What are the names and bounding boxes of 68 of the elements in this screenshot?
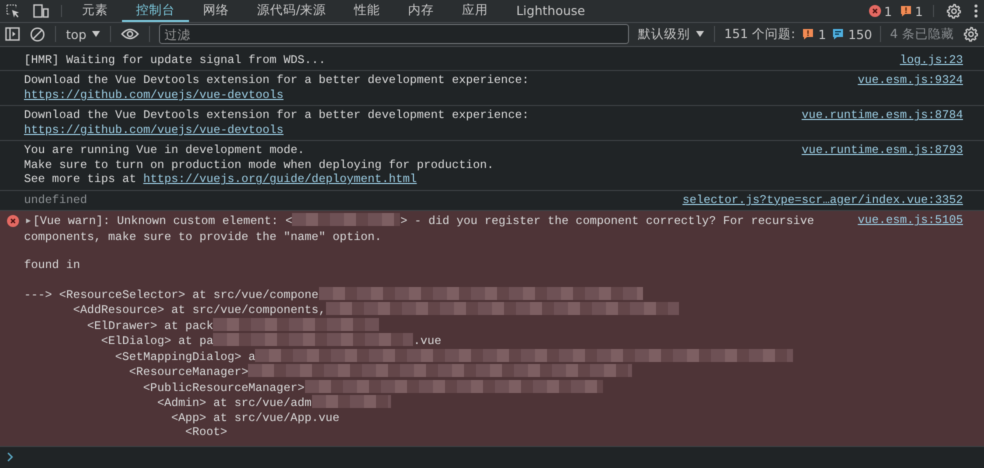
- hidden-count: 4 条已隐藏: [889, 26, 955, 43]
- error-icon: [7, 215, 19, 228]
- warning-count[interactable]: 1: [896, 0, 927, 22]
- panel-tab[interactable]: 应用: [448, 0, 502, 22]
- message-text: [HMR] Waiting for update signal from WDS...: [24, 52, 326, 67]
- settings-icon[interactable]: [946, 3, 962, 19]
- panel-tab[interactable]: 源代码/来源: [243, 0, 340, 22]
- info-icon: [832, 28, 844, 40]
- message-text: Download the Vue Devtools extension for a better development experience:: [24, 108, 529, 122]
- source-link[interactable]: vue.esm.js:5105: [844, 213, 963, 440]
- source-link[interactable]: log.js:23: [886, 52, 963, 68]
- warning-count-text: 1: [818, 26, 826, 42]
- message-link[interactable]: https://github.com/vuejs/vue-devtools: [24, 122, 284, 137]
- clear-console-icon[interactable]: [30, 26, 45, 42]
- message-text: found in: [24, 258, 82, 273]
- message-text: Download the Vue Devtools extension for a better development experience:: [24, 73, 529, 88]
- message-link[interactable]: https://vuejs.org/guide/deployment.html: [143, 172, 417, 186]
- message-text: Make sure to turn on production mode when deploying for production.: [24, 158, 494, 172]
- settings-icon[interactable]: [962, 26, 979, 42]
- panel-tab[interactable]: 内存: [394, 0, 448, 22]
- stack-frame: ---> <ResourceSelector> at src/vue/compone: [24, 288, 319, 302]
- prompt-chevron-icon[interactable]: [7, 452, 14, 462]
- message-text: undefined: [24, 192, 88, 207]
- expand-toggle[interactable]: ▶: [26, 217, 31, 226]
- device-toolbar-icon[interactable]: [33, 4, 49, 18]
- message-text: [Vue warn]: Unknown custom element: <: [32, 214, 292, 228]
- source-link[interactable]: vue.runtime.esm.js:8784: [788, 108, 963, 138]
- stack-frame: <ElDrawer> at pack: [87, 318, 214, 333]
- error-count[interactable]: 1: [865, 0, 896, 22]
- stack-frame: <ResourceManager>: [129, 365, 248, 380]
- message-text: See more tips at: [24, 172, 138, 186]
- panel-tab[interactable]: 性能: [340, 0, 394, 22]
- warning-icon: [802, 28, 814, 40]
- stack-frame: <PublicResourceManager>: [143, 380, 304, 395]
- error-icon: [869, 5, 882, 17]
- warning-count-text: 1: [915, 4, 923, 18]
- source-link[interactable]: vue.runtime.esm.js:8793: [788, 143, 963, 187]
- caret-icon: [92, 31, 100, 38]
- info-count-text: 150: [848, 26, 872, 42]
- stack-frame: <SetMappingDialog> a: [115, 350, 256, 364]
- issue-info[interactable]: 150: [829, 26, 876, 42]
- filter-field[interactable]: 过滤: [159, 24, 630, 44]
- source-link[interactable]: selector.js?type=scr…ager/index.vue:3352: [668, 192, 963, 208]
- error-count-text: 1: [884, 4, 892, 18]
- message-text: > - did you register the component correctly? For recursive: [400, 214, 814, 228]
- stack-frame: <AddResource> at src/vue/components,: [73, 303, 326, 318]
- issues-label: 151 个问题:: [723, 26, 796, 43]
- message-link[interactable]: https://github.com/vuejs/vue-devtools: [24, 88, 284, 102]
- source-link[interactable]: vue.esm.js:9324: [844, 73, 963, 102]
- warning-icon: [900, 5, 912, 17]
- sidebar-toggle-icon[interactable]: [5, 27, 20, 42]
- stack-frame: <ElDialog> at pa: [101, 334, 214, 348]
- issue-warnings[interactable]: 1: [799, 26, 830, 42]
- stack-frame-suffix: .vue: [413, 334, 442, 348]
- stack-frame: <Admin> at src/vue/adm: [157, 396, 312, 410]
- stack-frame: <App> at src/vue/App.vue: [171, 410, 340, 425]
- log-level-dropdown[interactable]: 默认级别: [633, 26, 710, 43]
- inspect-icon[interactable]: [6, 4, 21, 18]
- stack-frame: <Root>: [185, 425, 228, 440]
- eye-icon[interactable]: [121, 28, 140, 40]
- message-text: components, make sure to provide the "name" option.: [24, 230, 382, 244]
- context-dropdown[interactable]: top: [60, 26, 106, 42]
- caret-icon: [696, 31, 704, 38]
- panel-tab[interactable]: 元素: [68, 0, 122, 22]
- message-text: You are running Vue in development mode.: [24, 143, 305, 158]
- panel-tab[interactable]: 网络: [189, 0, 243, 22]
- panel-tab[interactable]: Lighthouse: [502, 0, 600, 22]
- more-options-icon[interactable]: [974, 4, 978, 18]
